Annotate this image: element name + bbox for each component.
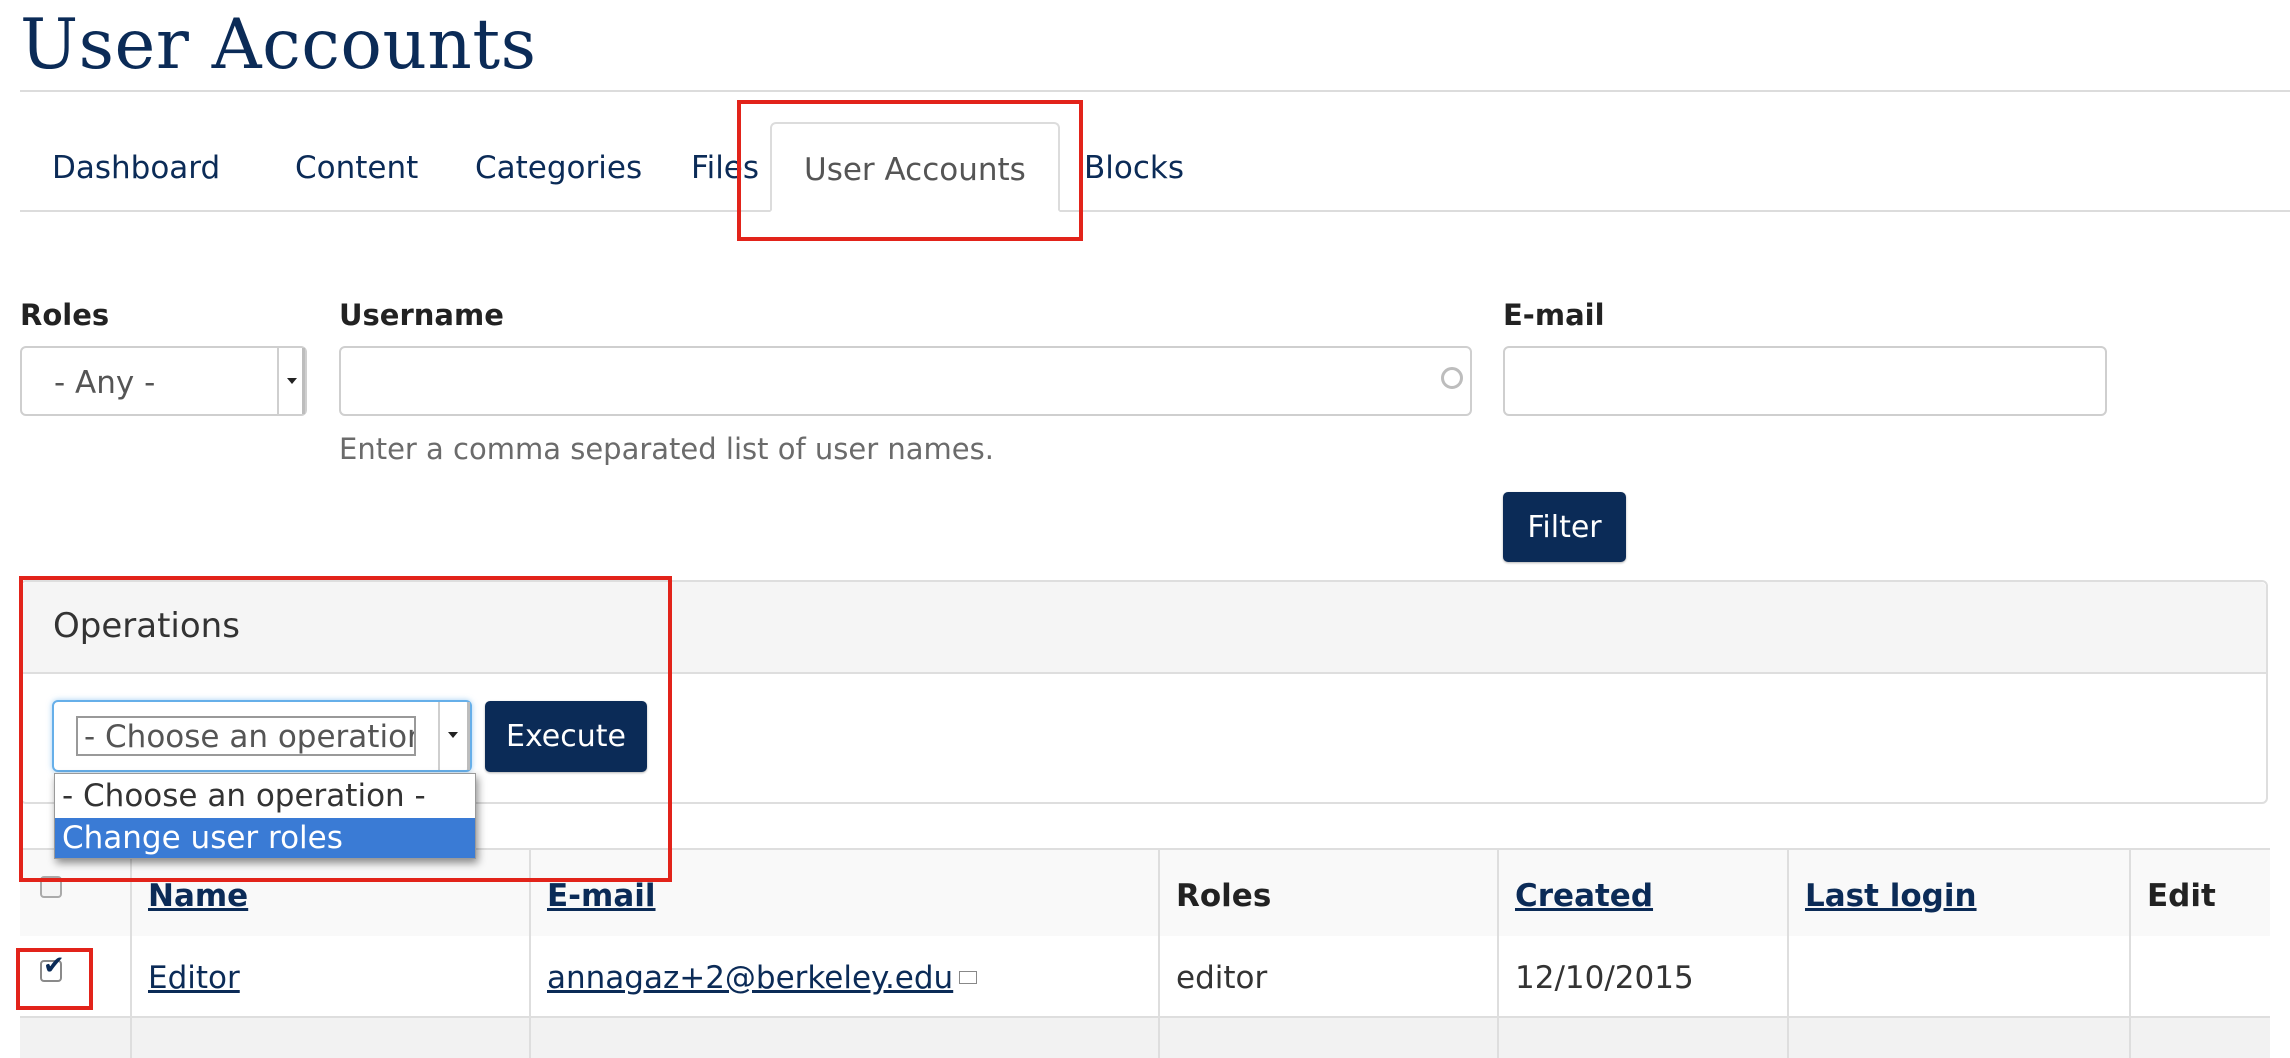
title-divider	[20, 90, 2290, 92]
operations-header: Operations	[22, 582, 2266, 674]
throbber-icon	[1441, 367, 1463, 389]
username-input[interactable]	[339, 346, 1472, 416]
email-input[interactable]	[1503, 346, 2107, 416]
row-checkbox[interactable]: ✔	[40, 953, 65, 982]
operation-select[interactable]: - Choose an operation -	[52, 700, 472, 772]
tab-categories[interactable]: Categories	[443, 122, 674, 210]
header-roles: Roles	[1176, 878, 1272, 914]
email-label: E-mail	[1503, 298, 1605, 332]
roles-select-value: - Any -	[54, 365, 156, 401]
dropdown-option-choose[interactable]: - Choose an operation -	[55, 776, 475, 816]
header-last-login[interactable]: Last login	[1805, 878, 1977, 914]
execute-button[interactable]: Execute	[485, 701, 647, 772]
tab-content[interactable]: Content	[263, 122, 450, 210]
check-icon: ✔	[43, 951, 65, 981]
operation-dropdown-list: - Choose an operation - Change user role…	[54, 773, 476, 859]
user-email-cell: annagaz+2@berkeley.edu	[547, 960, 978, 996]
header-created[interactable]: Created	[1515, 878, 1653, 914]
roles-label: Roles	[20, 298, 110, 332]
roles-select[interactable]: - Any -	[20, 346, 307, 416]
caret-down-icon	[287, 378, 297, 384]
user-created-cell: 12/10/2015	[1515, 960, 1694, 996]
tab-dashboard[interactable]: Dashboard	[20, 122, 252, 210]
dropdown-option-change-user-roles[interactable]: Change user roles	[55, 818, 475, 858]
operation-select-value: - Choose an operation -	[76, 716, 416, 756]
header-edit: Edit	[2147, 878, 2216, 914]
user-roles-cell: editor	[1176, 960, 1268, 996]
username-label: Username	[339, 298, 504, 332]
username-help: Enter a comma separated list of user nam…	[339, 432, 994, 466]
header-email[interactable]: E-mail	[547, 878, 656, 914]
page-title: User Accounts	[20, 5, 537, 85]
caret-down-icon	[448, 732, 458, 738]
admin-tabs: Dashboard Content Categories Files User …	[20, 122, 2290, 212]
header-name[interactable]: Name	[148, 878, 248, 914]
tab-user-accounts[interactable]: User Accounts	[770, 122, 1060, 212]
filter-button[interactable]: Filter	[1503, 492, 1626, 562]
tab-blocks[interactable]: Blocks	[1052, 122, 1216, 210]
select-all-checkbox[interactable]	[40, 876, 62, 898]
user-email-link[interactable]: annagaz+2@berkeley.edu	[547, 960, 953, 996]
table-row	[20, 1018, 2270, 1058]
user-name-link[interactable]: Editor	[148, 960, 240, 996]
mail-icon	[959, 971, 978, 984]
table-row: ✔ Editor annagaz+2@berkeley.edu editor 1…	[20, 936, 2270, 1018]
table-header: Name E-mail Roles Created Last login Edi…	[20, 848, 2270, 939]
operations-title: Operations	[53, 606, 240, 646]
